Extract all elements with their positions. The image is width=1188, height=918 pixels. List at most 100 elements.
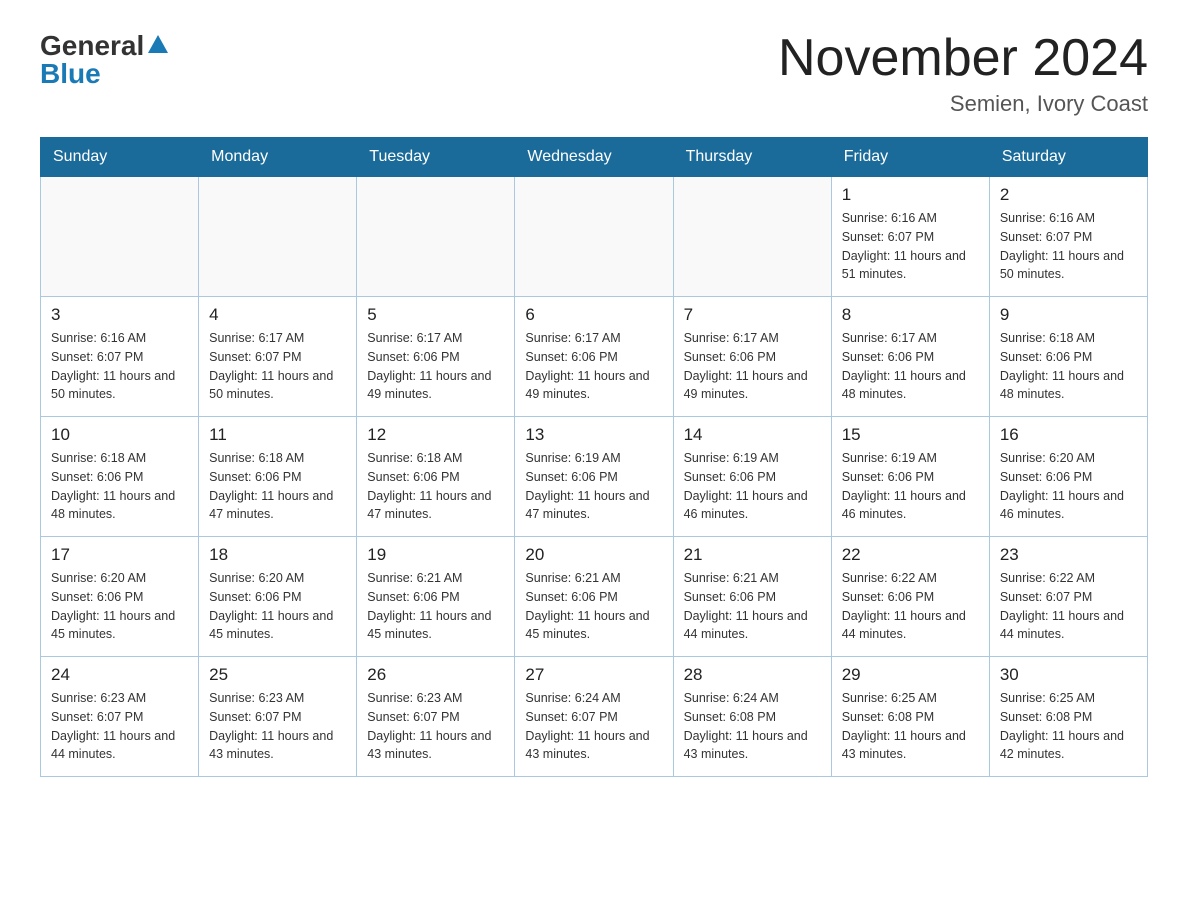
day-number: 30	[1000, 665, 1137, 685]
day-number: 26	[367, 665, 504, 685]
calendar-day-cell: 6Sunrise: 6:17 AMSunset: 6:06 PMDaylight…	[515, 297, 673, 417]
day-info: Sunrise: 6:24 AMSunset: 6:07 PMDaylight:…	[525, 689, 662, 764]
calendar-day-cell	[515, 177, 673, 297]
day-number: 5	[367, 305, 504, 325]
calendar-day-cell: 10 Sunrise: 6:18 AMSunset: 6:06 PMDayligh…	[41, 417, 199, 537]
day-number: 22	[842, 545, 979, 565]
day-info: Sunrise: 6:17 AMSunset: 6:06 PMDaylight:…	[525, 329, 662, 404]
day-number: 27	[525, 665, 662, 685]
calendar-day-cell	[673, 177, 831, 297]
day-number: 19	[367, 545, 504, 565]
calendar-day-cell: 3 Sunrise: 6:16 AMSunset: 6:07 PMDaylight…	[41, 297, 199, 417]
day-number: 11	[209, 425, 346, 445]
calendar-day-cell: 12Sunrise: 6:18 AMSunset: 6:06 PMDayligh…	[357, 417, 515, 537]
calendar-week-row: 3 Sunrise: 6:16 AMSunset: 6:07 PMDaylight…	[41, 297, 1148, 417]
day-number: 17	[51, 545, 188, 565]
calendar-day-cell: 26 Sunrise: 6:23 AMSunset: 6:07 PMDayligh…	[357, 657, 515, 777]
day-number: 16	[1000, 425, 1137, 445]
calendar-day-cell: 23 Sunrise: 6:22 AMSunset: 6:07 PMDayligh…	[989, 537, 1147, 657]
calendar-day-cell	[199, 177, 357, 297]
calendar-header-row: SundayMondayTuesdayWednesdayThursdayFrid…	[41, 138, 1148, 177]
title-area: November 2024 Semien, Ivory Coast	[778, 30, 1148, 117]
calendar-day-cell: 11 Sunrise: 6:18 AMSunset: 6:06 PMDayligh…	[199, 417, 357, 537]
day-number: 29	[842, 665, 979, 685]
calendar-day-cell: 20Sunrise: 6:21 AMSunset: 6:06 PMDayligh…	[515, 537, 673, 657]
calendar-day-cell: 30 Sunrise: 6:25 AMSunset: 6:08 PMDayligh…	[989, 657, 1147, 777]
day-number: 3	[51, 305, 188, 325]
day-info: Sunrise: 6:23 AMSunset: 6:07 PMDaylight:…	[51, 689, 188, 764]
calendar-day-cell: 18Sunrise: 6:20 AMSunset: 6:06 PMDayligh…	[199, 537, 357, 657]
month-title: November 2024	[778, 30, 1148, 87]
calendar-day-cell: 24 Sunrise: 6:23 AMSunset: 6:07 PMDayligh…	[41, 657, 199, 777]
calendar-table: SundayMondayTuesdayWednesdayThursdayFrid…	[40, 137, 1148, 777]
day-of-week-header: Monday	[199, 138, 357, 177]
day-info: Sunrise: 6:18 AMSunset: 6:06 PMDaylight:…	[51, 449, 188, 524]
day-info: Sunrise: 6:21 AMSunset: 6:06 PMDaylight:…	[367, 569, 504, 644]
day-info: Sunrise: 6:25 AMSunset: 6:08 PMDaylight:…	[1000, 689, 1137, 764]
day-number: 4	[209, 305, 346, 325]
day-info: Sunrise: 6:19 AMSunset: 6:06 PMDaylight:…	[842, 449, 979, 524]
calendar-day-cell: 2 Sunrise: 6:16 AMSunset: 6:07 PMDaylight…	[989, 177, 1147, 297]
calendar-day-cell: 19 Sunrise: 6:21 AMSunset: 6:06 PMDayligh…	[357, 537, 515, 657]
calendar-day-cell: 21 Sunrise: 6:21 AMSunset: 6:06 PMDayligh…	[673, 537, 831, 657]
location-subtitle: Semien, Ivory Coast	[778, 91, 1148, 117]
day-info: Sunrise: 6:25 AMSunset: 6:08 PMDaylight:…	[842, 689, 979, 764]
day-info: Sunrise: 6:18 AMSunset: 6:06 PMDaylight:…	[1000, 329, 1137, 404]
day-number: 15	[842, 425, 979, 445]
day-number: 21	[684, 545, 821, 565]
logo-arrow-icon	[148, 35, 168, 53]
day-info: Sunrise: 6:23 AMSunset: 6:07 PMDaylight:…	[367, 689, 504, 764]
calendar-day-cell: 1 Sunrise: 6:16 AMSunset: 6:07 PMDaylight…	[831, 177, 989, 297]
day-info: Sunrise: 6:17 AMSunset: 6:06 PMDaylight:…	[684, 329, 821, 404]
day-info: Sunrise: 6:19 AMSunset: 6:06 PMDaylight:…	[684, 449, 821, 524]
day-number: 25	[209, 665, 346, 685]
calendar-day-cell	[41, 177, 199, 297]
calendar-day-cell: 9Sunrise: 6:18 AMSunset: 6:06 PMDaylight…	[989, 297, 1147, 417]
day-of-week-header: Friday	[831, 138, 989, 177]
day-info: Sunrise: 6:17 AMSunset: 6:06 PMDaylight:…	[367, 329, 504, 404]
logo: General Blue	[40, 30, 168, 90]
day-info: Sunrise: 6:21 AMSunset: 6:06 PMDaylight:…	[684, 569, 821, 644]
day-info: Sunrise: 6:18 AMSunset: 6:06 PMDaylight:…	[367, 449, 504, 524]
day-info: Sunrise: 6:16 AMSunset: 6:07 PMDaylight:…	[1000, 209, 1137, 284]
day-number: 10	[51, 425, 188, 445]
day-number: 18	[209, 545, 346, 565]
calendar-week-row: 17 Sunrise: 6:20 AMSunset: 6:06 PMDayligh…	[41, 537, 1148, 657]
logo-blue-text: Blue	[40, 58, 101, 90]
calendar-day-cell: 17 Sunrise: 6:20 AMSunset: 6:06 PMDayligh…	[41, 537, 199, 657]
calendar-week-row: 10 Sunrise: 6:18 AMSunset: 6:06 PMDayligh…	[41, 417, 1148, 537]
calendar-day-cell: 5 Sunrise: 6:17 AMSunset: 6:06 PMDaylight…	[357, 297, 515, 417]
day-of-week-header: Saturday	[989, 138, 1147, 177]
day-number: 1	[842, 185, 979, 205]
calendar-day-cell: 13 Sunrise: 6:19 AMSunset: 6:06 PMDayligh…	[515, 417, 673, 537]
day-number: 24	[51, 665, 188, 685]
day-info: Sunrise: 6:22 AMSunset: 6:07 PMDaylight:…	[1000, 569, 1137, 644]
day-info: Sunrise: 6:18 AMSunset: 6:06 PMDaylight:…	[209, 449, 346, 524]
day-info: Sunrise: 6:20 AMSunset: 6:06 PMDaylight:…	[51, 569, 188, 644]
calendar-day-cell: 22Sunrise: 6:22 AMSunset: 6:06 PMDayligh…	[831, 537, 989, 657]
day-number: 14	[684, 425, 821, 445]
calendar-day-cell: 27 Sunrise: 6:24 AMSunset: 6:07 PMDayligh…	[515, 657, 673, 777]
calendar-day-cell: 28 Sunrise: 6:24 AMSunset: 6:08 PMDayligh…	[673, 657, 831, 777]
calendar-week-row: 24 Sunrise: 6:23 AMSunset: 6:07 PMDayligh…	[41, 657, 1148, 777]
day-of-week-header: Tuesday	[357, 138, 515, 177]
day-number: 20	[525, 545, 662, 565]
calendar-day-cell: 14 Sunrise: 6:19 AMSunset: 6:06 PMDayligh…	[673, 417, 831, 537]
day-info: Sunrise: 6:19 AMSunset: 6:06 PMDaylight:…	[525, 449, 662, 524]
day-of-week-header: Wednesday	[515, 138, 673, 177]
day-info: Sunrise: 6:16 AMSunset: 6:07 PMDaylight:…	[51, 329, 188, 404]
day-number: 2	[1000, 185, 1137, 205]
day-number: 13	[525, 425, 662, 445]
calendar-day-cell: 4Sunrise: 6:17 AMSunset: 6:07 PMDaylight…	[199, 297, 357, 417]
calendar-day-cell	[357, 177, 515, 297]
day-number: 23	[1000, 545, 1137, 565]
calendar-day-cell: 16Sunrise: 6:20 AMSunset: 6:06 PMDayligh…	[989, 417, 1147, 537]
calendar-week-row: 1 Sunrise: 6:16 AMSunset: 6:07 PMDaylight…	[41, 177, 1148, 297]
calendar-day-cell: 7Sunrise: 6:17 AMSunset: 6:06 PMDaylight…	[673, 297, 831, 417]
calendar-day-cell: 8Sunrise: 6:17 AMSunset: 6:06 PMDaylight…	[831, 297, 989, 417]
day-info: Sunrise: 6:16 AMSunset: 6:07 PMDaylight:…	[842, 209, 979, 284]
day-number: 8	[842, 305, 979, 325]
day-number: 28	[684, 665, 821, 685]
day-info: Sunrise: 6:24 AMSunset: 6:08 PMDaylight:…	[684, 689, 821, 764]
calendar-day-cell: 25Sunrise: 6:23 AMSunset: 6:07 PMDayligh…	[199, 657, 357, 777]
